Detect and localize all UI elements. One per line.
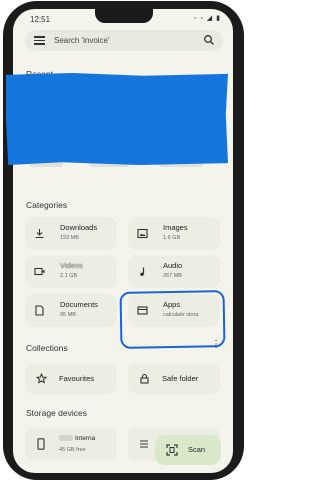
collection-label: Favourites <box>59 374 95 383</box>
scan-button[interactable]: Scan <box>155 435 221 465</box>
search-bar[interactable]: Search 'invoice' <box>25 30 223 51</box>
categories-title: Categories <box>26 200 68 210</box>
redacted-text <box>59 435 73 441</box>
collection-label: Safe folder <box>162 374 199 383</box>
music-note-icon <box>140 267 145 276</box>
recent-redaction-overlay <box>6 73 228 165</box>
star-icon <box>36 373 47 384</box>
collections-title: Collections <box>26 343 68 353</box>
list-icon <box>140 440 148 448</box>
menu-icon[interactable] <box>34 36 45 45</box>
scan-icon <box>166 444 178 456</box>
category-size: 267 MB <box>163 273 182 279</box>
category-audio[interactable]: Audio 267 MB <box>128 255 220 288</box>
category-size: 193 MB <box>60 235 79 241</box>
scan-label: Scan <box>188 445 206 454</box>
storage-free: 45 GB free <box>59 447 86 453</box>
category-name: Audio <box>163 261 183 270</box>
category-name: Documents <box>60 300 98 309</box>
image-icon <box>137 228 148 239</box>
collection-safe-folder[interactable]: Safe folder <box>128 363 220 394</box>
lock-icon <box>140 373 149 384</box>
status-icons: ◦ ◦ ◢ ▮ <box>193 15 221 22</box>
category-name: Downloads <box>60 223 98 232</box>
storage-title: Storage devices <box>26 408 87 418</box>
category-name: Images <box>163 223 188 232</box>
category-name: Videos <box>60 261 83 270</box>
more-options-icon[interactable]: ⋮ <box>211 340 221 350</box>
search-icon[interactable] <box>203 34 215 46</box>
search-placeholder: Search 'invoice' <box>54 36 110 45</box>
apps-highlight-annotation <box>119 290 226 349</box>
category-documents[interactable]: Documents 95 MB <box>25 294 117 327</box>
storage-internal[interactable]: Interna 45 GB free <box>25 427 117 461</box>
collection-favourites[interactable]: Favourites <box>25 363 117 394</box>
camera-notch <box>95 9 153 23</box>
category-size: 2.1 GB <box>60 273 78 279</box>
storage-name: Interna <box>75 435 96 442</box>
category-downloads[interactable]: Downloads 193 MB <box>25 217 117 250</box>
category-size: 1.6 GB <box>163 235 181 241</box>
category-size: 95 MB <box>60 312 76 318</box>
document-icon <box>35 305 44 316</box>
category-videos[interactable]: Videos 2.1 GB <box>25 255 117 288</box>
video-icon <box>34 267 45 276</box>
phone-icon <box>37 438 45 450</box>
category-images[interactable]: Images 1.6 GB <box>128 217 220 250</box>
download-icon <box>35 229 44 239</box>
status-time: 12:51 <box>30 15 51 24</box>
